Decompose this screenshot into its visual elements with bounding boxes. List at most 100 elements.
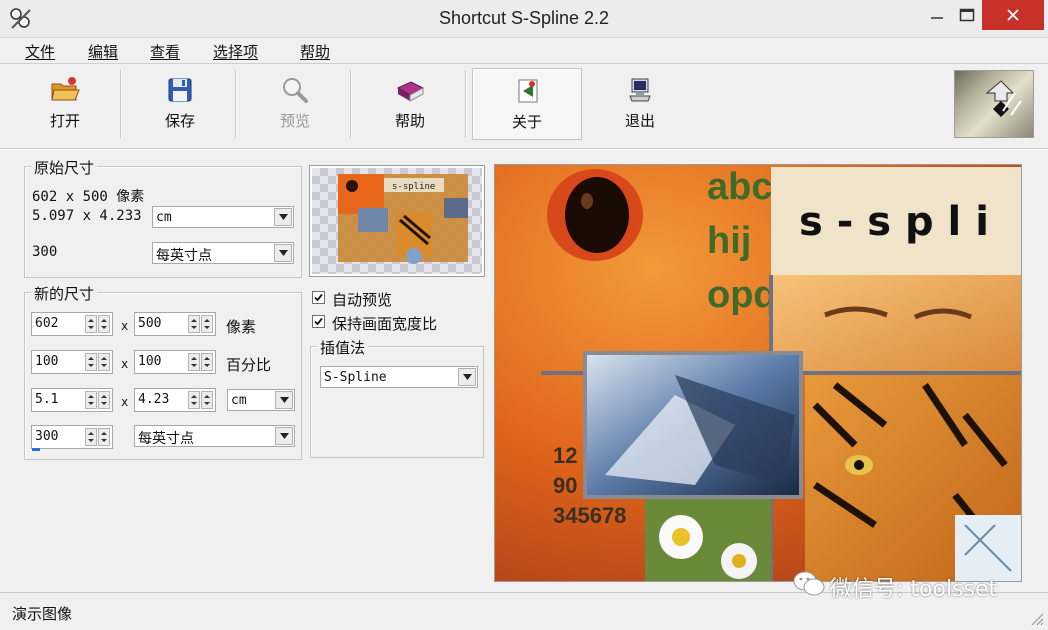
spin-up-down-icon[interactable] (188, 353, 200, 371)
new-height-unit-value: 4.23 (138, 392, 170, 407)
new-height-pixels-input[interactable]: 500 (134, 312, 216, 336)
original-resolution-unit-select[interactable]: 每英寸点 (152, 242, 294, 264)
about-info-icon (513, 77, 543, 105)
help-label: 帮助 (394, 112, 425, 130)
new-resolution-value: 300 (35, 429, 59, 444)
spin-dropdown-icon[interactable] (201, 315, 213, 333)
close-button[interactable] (982, 0, 1044, 30)
exit-computer-icon (625, 76, 655, 104)
preview-label: 预览 (279, 112, 310, 130)
spin-dropdown-icon[interactable] (98, 315, 110, 333)
spin-up-down-icon[interactable] (85, 391, 97, 409)
spin-up-down-icon[interactable] (85, 428, 97, 446)
thumbnail-image[interactable]: s-spline (309, 165, 485, 277)
new-unit-select[interactable]: cm (227, 389, 295, 411)
exit-button[interactable]: 退出 (585, 68, 695, 140)
preview-thumbnail-logo (954, 70, 1034, 138)
menu-help[interactable]: 帮助 (300, 41, 330, 62)
keep-aspect-checkbox[interactable] (312, 315, 325, 328)
resize-grip-icon[interactable] (1028, 610, 1044, 626)
floppy-disk-icon (165, 76, 195, 104)
preview-image[interactable]: abc hij opqr s - s p l i 12 90 345678 (494, 164, 1022, 582)
new-height-pixels-value: 500 (138, 316, 162, 331)
preview-numbers-2: 90 (553, 473, 577, 498)
spin-up-down-icon[interactable] (188, 315, 200, 333)
check-icon (314, 317, 323, 326)
new-width-pixels-value: 602 (35, 316, 59, 331)
times-label: x (121, 319, 129, 333)
original-size-title: 原始尺寸 (31, 157, 98, 178)
interpolation-select[interactable]: S-Spline (320, 366, 478, 388)
percent-unit-label: 百分比 (226, 356, 272, 374)
new-width-percent-value: 100 (35, 354, 59, 369)
pixels-unit-label: 像素 (226, 318, 257, 336)
spin-dropdown-icon[interactable] (201, 391, 213, 409)
new-width-unit-input[interactable]: 5.1 (31, 388, 113, 412)
about-label: 关于 (511, 113, 542, 131)
save-label: 保存 (164, 112, 195, 130)
preview-numbers-1: 12 (553, 443, 577, 468)
spin-dropdown-icon[interactable] (98, 391, 110, 409)
status-text: 演示图像 (12, 605, 73, 623)
wechat-icon (793, 571, 825, 596)
chevron-down-icon[interactable] (275, 427, 293, 445)
help-button[interactable]: 帮助 (355, 68, 465, 140)
spin-dropdown-icon[interactable] (201, 353, 213, 371)
menu-bar: 文件 编辑 查看 选择项 帮助 (0, 38, 1048, 64)
preview-banner-text: s - s p l i (799, 199, 989, 245)
new-resolution-unit-select[interactable]: 每英寸点 (134, 425, 295, 447)
interpolation-group: 插值法 (310, 337, 484, 458)
menu-edit[interactable]: 编辑 (88, 41, 118, 62)
menu-file[interactable]: 文件 (25, 41, 55, 62)
exit-label: 退出 (624, 112, 655, 130)
folder-open-icon (50, 76, 80, 104)
menu-view[interactable]: 查看 (150, 41, 180, 62)
resolution-focus-marker (32, 448, 40, 451)
new-height-percent-value: 100 (138, 354, 162, 369)
title-bar[interactable]: Shortcut S-Spline 2.2 (0, 0, 1048, 38)
auto-preview-label[interactable]: 自动预览 (332, 289, 392, 310)
preview-letters-1: abc (707, 166, 772, 208)
interpolation-value: S-Spline (324, 370, 387, 385)
new-height-unit-input[interactable]: 4.23 (134, 388, 216, 412)
chevron-down-icon[interactable] (274, 208, 292, 226)
new-size-title: 新的尺寸 (31, 283, 98, 304)
new-width-unit-value: 5.1 (35, 392, 59, 407)
original-dimensions: 5.097 x 4.233 (32, 208, 142, 224)
menu-options[interactable]: 选择项 (213, 41, 258, 62)
spin-dropdown-icon[interactable] (98, 353, 110, 371)
original-resolution: 300 (32, 244, 58, 260)
interpolation-title: 插值法 (317, 337, 369, 358)
new-resolution-input[interactable]: 300 (31, 425, 113, 449)
original-pixels: 602 x 500 像素 (32, 189, 145, 205)
save-button[interactable]: 保存 (125, 68, 235, 140)
magnifier-icon (280, 76, 310, 104)
new-height-percent-input[interactable]: 100 (134, 350, 216, 374)
close-icon (1007, 9, 1019, 21)
open-label: 打开 (49, 112, 80, 130)
keep-aspect-label[interactable]: 保持画面宽度比 (332, 313, 437, 334)
spin-up-down-icon[interactable] (85, 353, 97, 371)
spin-dropdown-icon[interactable] (98, 428, 110, 446)
check-icon (314, 293, 323, 302)
preview-numbers-3: 345678 (553, 503, 626, 528)
chevron-down-icon[interactable] (458, 368, 476, 386)
preview-letters-2: hij (707, 220, 751, 262)
about-button[interactable]: 关于 (472, 68, 582, 140)
original-unit-select[interactable]: cm (152, 206, 294, 228)
original-resolution-unit-value: 每英寸点 (156, 248, 212, 264)
times-label: x (121, 357, 129, 371)
new-width-percent-input[interactable]: 100 (31, 350, 113, 374)
help-book-icon (395, 76, 425, 104)
preview-button[interactable]: 预览 (240, 68, 350, 140)
new-width-pixels-input[interactable]: 602 (31, 312, 113, 336)
auto-preview-checkbox[interactable] (312, 291, 325, 304)
window-title: Shortcut S-Spline 2.2 (438, 8, 610, 28)
new-unit-value: cm (231, 393, 247, 408)
chevron-down-icon[interactable] (274, 244, 292, 262)
chevron-down-icon[interactable] (275, 391, 293, 409)
open-button[interactable]: 打开 (10, 68, 120, 140)
spin-up-down-icon[interactable] (85, 315, 97, 333)
watermark-text: 微信号: toolsset (830, 577, 998, 602)
spin-up-down-icon[interactable] (188, 391, 200, 409)
